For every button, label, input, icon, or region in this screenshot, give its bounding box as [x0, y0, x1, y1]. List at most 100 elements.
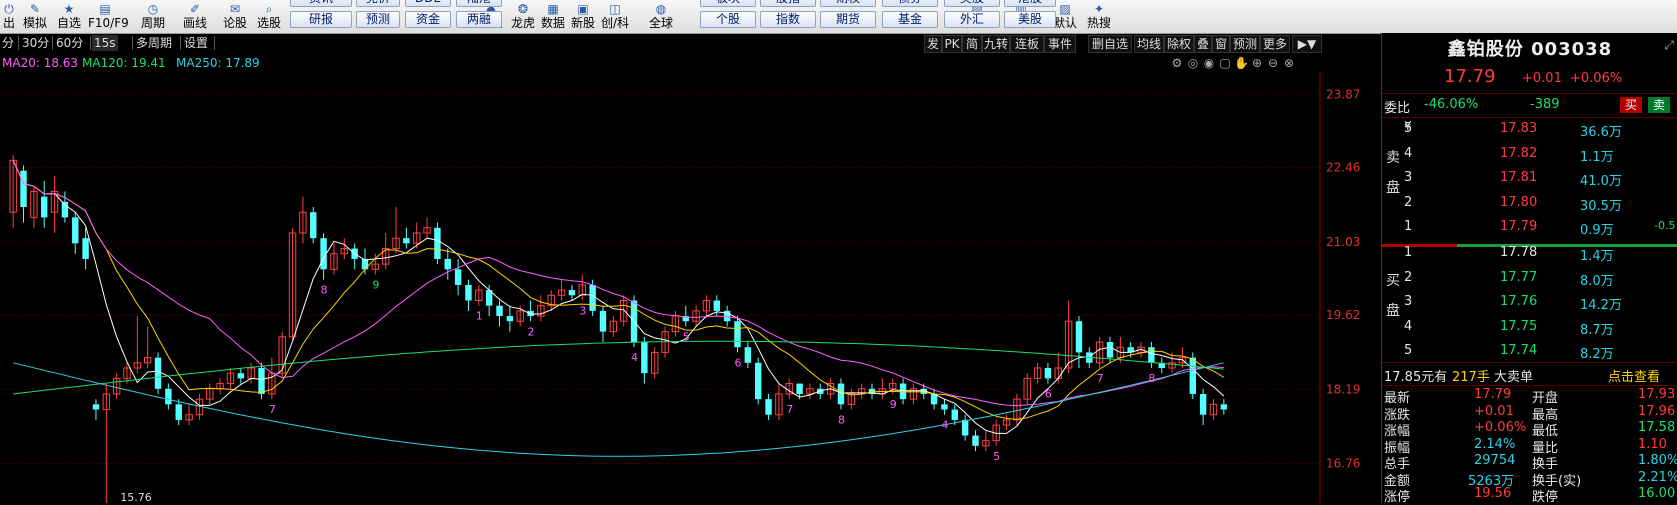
- period-tab[interactable]: 15s: [92, 35, 118, 51]
- toolbar-exit-button[interactable]: ⏻ 出: [0, 0, 18, 33]
- buy-level-row[interactable]: 3 17.76 14.2万: [1382, 294, 1677, 317]
- chart-tool-button[interactable]: 删自选: [1088, 35, 1132, 53]
- toolbar-btn[interactable]: 预测: [356, 11, 400, 28]
- toolbar-btn-top[interactable]: 期权: [820, 0, 876, 7]
- zoom-in-icon[interactable]: ⊕: [1250, 56, 1264, 70]
- sell-level-row[interactable]: 5 17.83 36.6万: [1382, 121, 1677, 144]
- eye-icon[interactable]: ◉: [1202, 56, 1216, 70]
- toolbar-btn[interactable]: 个股: [700, 11, 756, 28]
- candle-body: [1044, 367, 1052, 379]
- toolbar-btn[interactable]: 基金: [882, 11, 938, 28]
- toolbar-label: 周期: [140, 16, 165, 30]
- big-order-link[interactable]: 点击查看: [1608, 366, 1660, 385]
- candle-body: [310, 212, 317, 239]
- period-tab[interactable]: 60分: [54, 35, 85, 51]
- buy-level-row[interactable]: 1 17.78 1.4万: [1382, 245, 1677, 268]
- toolbar-simulate-button[interactable]: ✎ 模拟: [18, 0, 52, 33]
- candle-body: [796, 383, 803, 394]
- candle-body: [444, 258, 451, 270]
- toolbar-btn[interactable]: 外汇: [944, 11, 1000, 28]
- toolbar-star-button[interactable]: ★ 自选: [52, 0, 86, 33]
- buy-level-row[interactable]: 4 17.75 8.7万: [1382, 319, 1677, 342]
- stat-row: 最新 17.79 开盘 17.93: [1382, 387, 1677, 406]
- level-price: 17.76: [1500, 294, 1538, 309]
- chart-tool-button[interactable]: 窗: [1212, 35, 1230, 53]
- ma120-line: [13, 340, 1224, 395]
- toolbar-chuangke-button[interactable]: ◫ 创/科: [598, 0, 632, 33]
- toolbar-btn[interactable]: 美股: [1004, 11, 1056, 28]
- toolbar-btn-top[interactable]: 股指: [760, 0, 816, 7]
- toolbar-btn-top[interactable]: DDE: [405, 0, 451, 7]
- candle-body: [941, 404, 948, 410]
- panel-expand-icon[interactable]: ⤢: [1664, 38, 1674, 53]
- level-price: 17.83: [1500, 121, 1538, 136]
- sell-button[interactable]: 卖: [1648, 97, 1670, 113]
- count-label: 5: [683, 330, 690, 343]
- toolbar-hotsearch-button[interactable]: ✦ 热搜: [1082, 0, 1116, 33]
- more-arrow-icon[interactable]: ▶▼: [1292, 35, 1322, 53]
- toolbar-btn-top[interactable]: 资讯: [290, 0, 352, 7]
- toolbar-btn[interactable]: 资金: [405, 11, 451, 28]
- toolbar-btn[interactable]: 期货: [820, 11, 876, 28]
- chart-tool-button[interactable]: 叠: [1194, 35, 1212, 53]
- sell-level-row[interactable]: 4 17.82 1.1万: [1382, 146, 1677, 169]
- chart-tool-button[interactable]: 除权: [1164, 35, 1194, 53]
- chart-tool-button[interactable]: 预测: [1230, 35, 1260, 53]
- toolbar-btn-top[interactable]: 板块: [700, 0, 756, 7]
- period-tab[interactable]: 30分: [20, 35, 51, 51]
- y-tick-label: 16.76: [1326, 457, 1360, 471]
- candle-body: [175, 404, 182, 420]
- chart-tool-button[interactable]: 均线: [1134, 35, 1164, 53]
- toolbar-btn[interactable]: 指数: [760, 11, 816, 28]
- sell-level-row[interactable]: 2 17.80 30.5万: [1382, 195, 1677, 218]
- candle-body: [713, 300, 721, 311]
- settings-icon[interactable]: ⚙: [1170, 56, 1184, 70]
- chart-tool-button[interactable]: 连板: [1010, 35, 1044, 53]
- toolbar-btn-top[interactable]: 陆港: [456, 0, 502, 7]
- toolbar-btn-top[interactable]: 美股: [944, 0, 1000, 7]
- kline-chart[interactable]: 23.87 22.46 21.03 19.62 18.19 16.76 15.76 7 8 9 1 2…: [0, 72, 1380, 503]
- toolbar-label: 全球: [648, 16, 673, 30]
- level-volume: 1.1万: [1580, 149, 1614, 165]
- hand-icon[interactable]: ✋: [1234, 56, 1249, 70]
- level-price: 17.75: [1500, 318, 1538, 334]
- lock-icon[interactable]: ▢: [1218, 56, 1232, 70]
- toolbar-pen-button[interactable]: ✐ 画线: [178, 0, 212, 33]
- toolbar-clock-button[interactable]: ◷ 周期: [136, 0, 170, 33]
- chart-tool-button[interactable]: 九转: [982, 35, 1010, 53]
- count-label: 8: [838, 414, 845, 427]
- chart-tool-button[interactable]: 简: [962, 35, 982, 53]
- chart-tool-button[interactable]: 事件: [1044, 35, 1076, 53]
- toolbar-globe-button[interactable]: ◍ 全球: [644, 0, 678, 33]
- period-tab[interactable]: 分: [0, 35, 16, 51]
- sell-level-row[interactable]: 3 17.81 41.0万: [1382, 170, 1677, 193]
- period-tab[interactable]: 设置: [182, 35, 210, 51]
- level-num: 4: [1404, 145, 1413, 161]
- compass-icon[interactable]: ◎: [1186, 56, 1200, 70]
- chart-tool-button[interactable]: 发: [924, 35, 942, 53]
- toolbar-btn-top[interactable]: 竞价: [356, 0, 400, 7]
- chart-tool-button[interactable]: 更多: [1260, 35, 1290, 53]
- stat-value: 17.93: [1638, 387, 1676, 402]
- ma250-line: [13, 362, 1224, 457]
- toolbar-dragon-button[interactable]: ❂ 龙虎: [506, 0, 540, 33]
- period-tab[interactable]: 多周期: [134, 35, 174, 51]
- toolbar-btn[interactable]: 研报: [290, 11, 352, 28]
- buy-button[interactable]: 买: [1620, 97, 1642, 113]
- toolbar-filter-button[interactable]: ⌕ 选股: [252, 0, 286, 33]
- sell-level-row[interactable]: 1 17.79 0.9万 -0.5: [1382, 219, 1677, 242]
- candle-body: [765, 399, 772, 415]
- toolbar-btn-top[interactable]: 债券: [882, 0, 938, 7]
- toolbar-btn[interactable]: 两融: [456, 11, 502, 28]
- candle-body: [506, 316, 514, 322]
- toolbar-f10-button[interactable]: ▤ F10/F9: [88, 0, 129, 33]
- zoom-out-icon[interactable]: ⊖: [1266, 56, 1280, 70]
- chart-tool-button[interactable]: PK: [942, 35, 962, 53]
- toolbar-btn-top[interactable]: 港股: [1004, 0, 1056, 7]
- toolbar-chat-button[interactable]: ✉ 论股: [218, 0, 252, 33]
- stat-row: 金额 5263万 换手(实) 2.21%: [1382, 470, 1677, 489]
- buy-level-row[interactable]: 2 17.77 8.0万: [1382, 270, 1677, 293]
- toolbar-data-button[interactable]: ▦ 数据: [536, 0, 570, 33]
- close-icon[interactable]: ⊗: [1282, 56, 1296, 70]
- toolbar-newstock-button[interactable]: ▣ 新股: [566, 0, 600, 33]
